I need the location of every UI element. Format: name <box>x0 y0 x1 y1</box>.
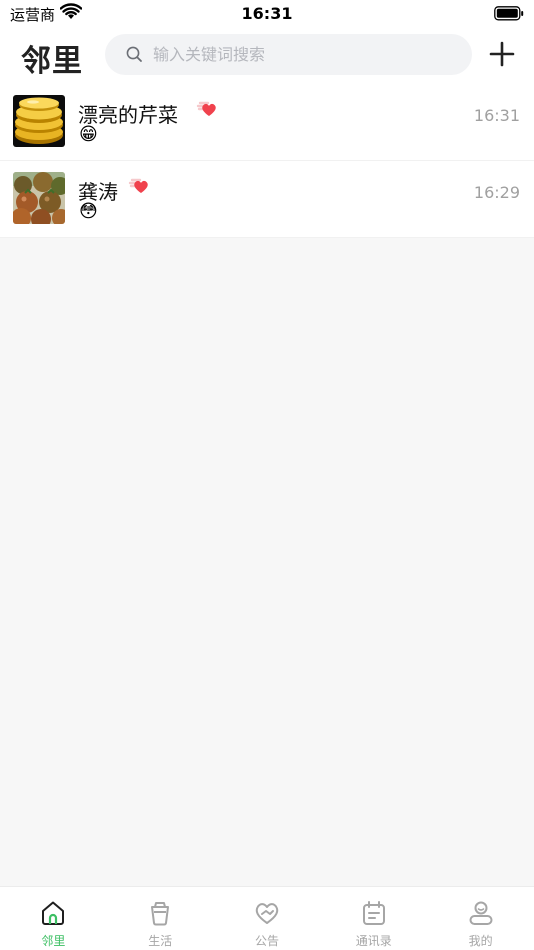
calendar-icon <box>360 899 388 931</box>
chat-preview: 😁 <box>79 124 98 145</box>
add-button[interactable] <box>488 40 516 68</box>
screen: 运营商 16:31 邻里 输入关键词搜索 漂亮的芹菜 😁 16:31 龚涛 😳 … <box>0 0 534 950</box>
search-input[interactable] <box>153 45 433 64</box>
tab-label: 生活 <box>148 934 173 948</box>
tab-announcement[interactable]: 公告 <box>214 887 321 950</box>
heart-icon <box>128 177 150 199</box>
tab-bar: 邻里 生活 公告 通讯录 我的 <box>0 886 534 950</box>
heart-hand-icon <box>252 899 282 931</box>
battery-icon <box>494 6 524 25</box>
search-box[interactable] <box>105 34 472 75</box>
tab-label: 邻里 <box>41 934 66 948</box>
tab-contacts[interactable]: 通讯录 <box>320 887 427 950</box>
header: 邻里 <box>0 28 534 84</box>
avatar-gold-coins <box>13 95 65 147</box>
chat-time: 16:31 <box>473 106 520 125</box>
chat-preview: 😳 <box>79 201 98 222</box>
page-title: 邻里 <box>21 44 83 79</box>
plus-icon <box>489 41 515 67</box>
tab-me[interactable]: 我的 <box>427 887 534 950</box>
status-time: 16:31 <box>241 4 293 23</box>
tab-neighborhood[interactable]: 邻里 <box>0 887 107 950</box>
home-icon <box>39 899 67 931</box>
chat-list: 漂亮的芹菜 😁 16:31 龚涛 😳 16:29 <box>0 84 534 238</box>
search-icon <box>126 46 143 63</box>
user-icon <box>467 899 495 931</box>
cup-icon <box>146 899 174 931</box>
tab-label: 通讯录 <box>355 934 392 948</box>
heart-icon <box>196 100 218 122</box>
chat-item[interactable]: 龚涛 😳 16:29 <box>0 161 534 238</box>
chat-item[interactable]: 漂亮的芹菜 😁 16:31 <box>0 84 534 161</box>
tab-label: 我的 <box>468 934 493 948</box>
status-bar: 运营商 16:31 <box>0 0 534 28</box>
avatar-tomatoes <box>13 172 65 224</box>
chat-time: 16:29 <box>473 183 520 202</box>
tab-life[interactable]: 生活 <box>107 887 214 950</box>
tab-label: 公告 <box>254 934 279 948</box>
